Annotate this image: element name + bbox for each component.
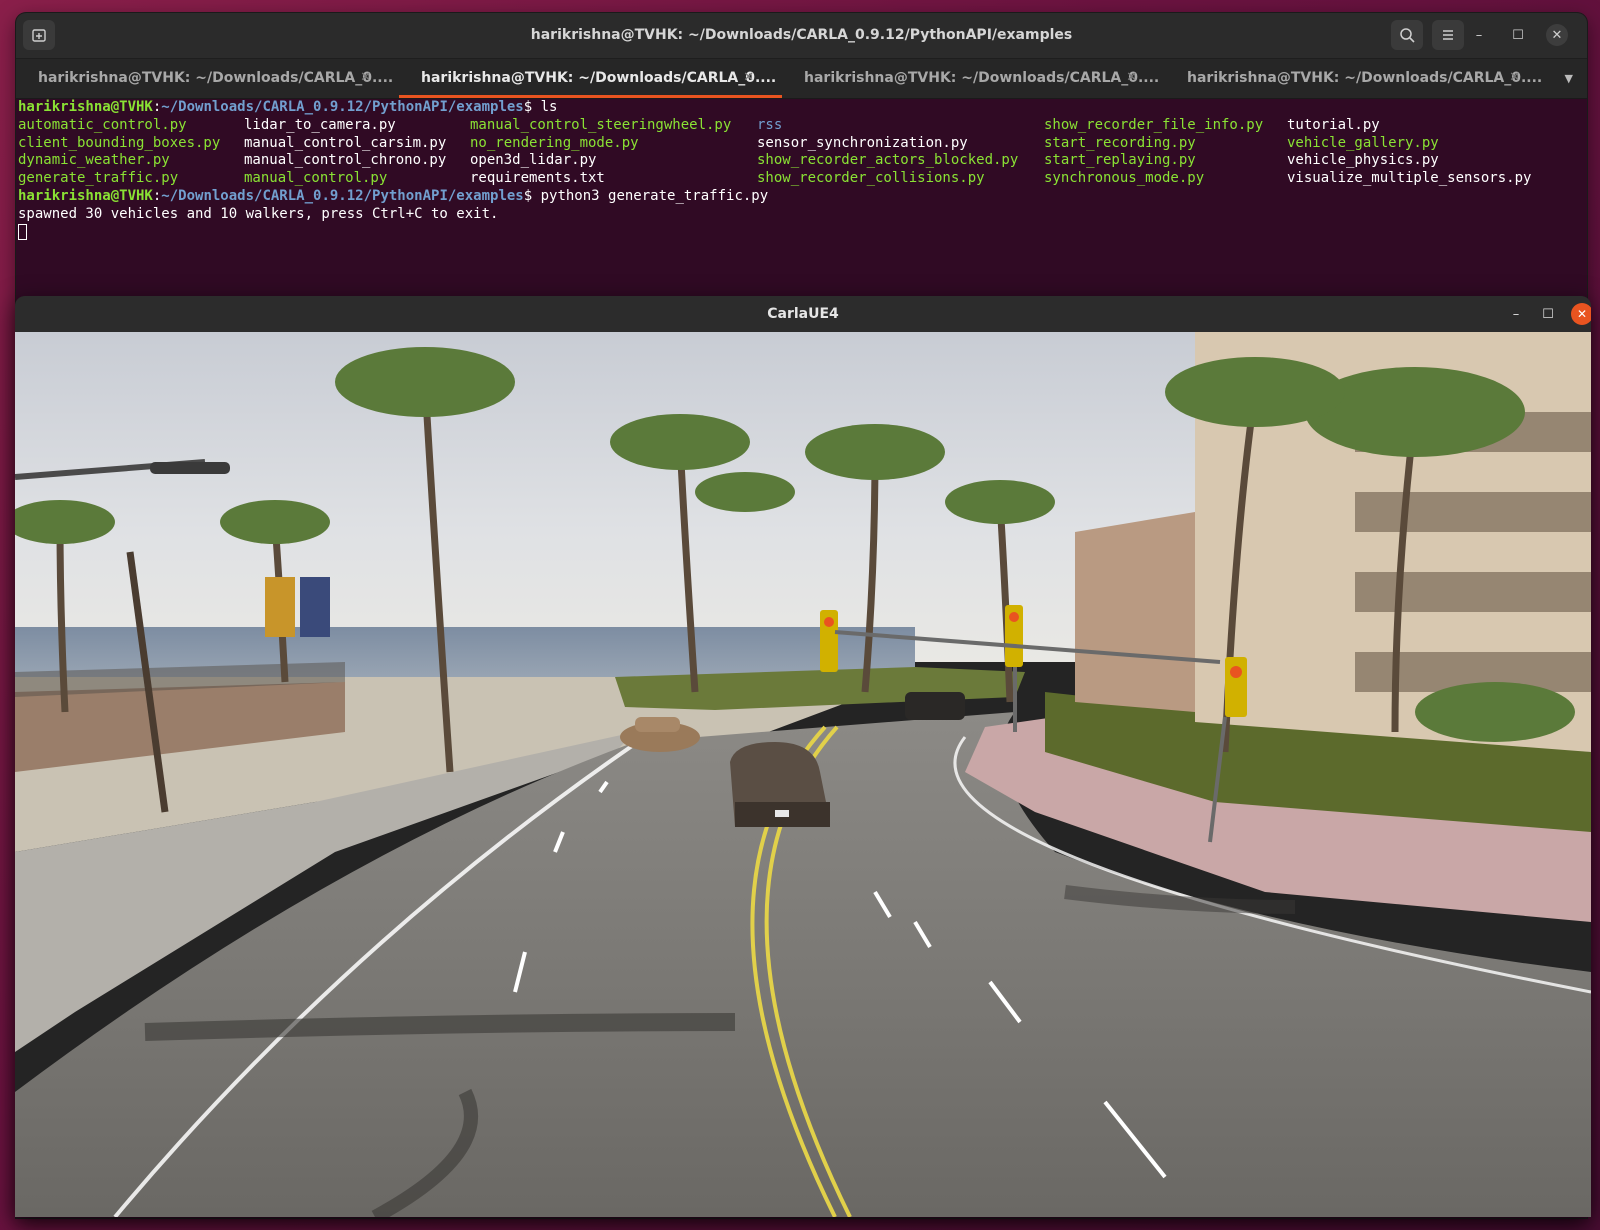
terminal-headerbar: harikrishna@TVHK: ~/Downloads/CARLA_0.9.… xyxy=(16,13,1587,59)
command-text: python3 generate_traffic.py xyxy=(540,187,769,204)
file-entry: show_recorder_file_info.py xyxy=(1044,116,1264,133)
file-entry: manual_control_chrono.py xyxy=(244,152,447,169)
vehicle-far xyxy=(905,692,965,720)
file-entry: start_replaying.py xyxy=(1044,152,1196,169)
menu-button[interactable] xyxy=(1432,20,1464,50)
tab-label: harikrishna@TVHK: ~/Downloads/CARLA_0...… xyxy=(1187,70,1543,86)
terminal-tab-1[interactable]: harikrishna@TVHK: ~/Downloads/CARLA_0...… xyxy=(16,59,399,98)
banner xyxy=(265,577,295,637)
tab-list-dropdown-icon[interactable]: ▼ xyxy=(1565,59,1573,98)
file-entry: visualize_multiple_sensors.py xyxy=(1287,170,1532,187)
tab-label: harikrishna@TVHK: ~/Downloads/CARLA_0...… xyxy=(421,70,777,86)
file-entry: vehicle_physics.py xyxy=(1287,152,1439,169)
prompt-line: harikrishna@TVHK:~/Downloads/CARLA_0.9.1… xyxy=(18,99,558,115)
file-entry: tutorial.py xyxy=(1287,116,1380,133)
maximize-button[interactable]: ☐ xyxy=(1507,24,1529,46)
file-entry: automatic_control.py xyxy=(18,116,187,133)
file-entry: show_recorder_collisions.py xyxy=(757,170,985,187)
terminal-tab-3[interactable]: harikrishna@TVHK: ~/Downloads/CARLA_0...… xyxy=(782,59,1165,98)
far-building xyxy=(1075,512,1195,712)
banner xyxy=(300,577,330,637)
file-entry: generate_traffic.py xyxy=(18,170,179,187)
terminal-tab-bar: harikrishna@TVHK: ~/Downloads/CARLA_0...… xyxy=(16,59,1587,99)
file-entry: manual_control_steeringwheel.py xyxy=(470,116,732,133)
carla-headerbar: CarlaUE4 – ☐ ✕ xyxy=(15,296,1591,332)
file-entry: manual_control_carsim.py xyxy=(244,134,447,151)
terminal-console[interactable]: harikrishna@TVHK:~/Downloads/CARLA_0.9.1… xyxy=(16,99,1587,299)
simulation-viewport[interactable] xyxy=(15,332,1591,1217)
ls-output-row: automatic_control.py lidar_to_camera.py ma… xyxy=(18,117,1587,135)
hamburger-menu-icon xyxy=(1443,30,1453,40)
scene-render xyxy=(15,332,1591,1217)
file-entry: show_recorder_actors_blocked.py xyxy=(757,152,1019,169)
carla-close-button[interactable]: ✕ xyxy=(1571,303,1591,325)
prompt-path: ~/Downloads/CARLA_0.9.12/PythonAPI/examp… xyxy=(161,99,524,115)
search-icon xyxy=(1400,28,1415,43)
prompt-user: harikrishna@TVHK xyxy=(18,99,153,115)
close-icon: ✕ xyxy=(1551,27,1563,43)
prompt-path: ~/Downloads/CARLA_0.9.12/PythonAPI/examp… xyxy=(161,187,524,204)
minimize-icon: – xyxy=(1512,306,1520,322)
file-entry: manual_control.py xyxy=(244,170,388,187)
tab-close-icon[interactable]: ✕ xyxy=(743,59,754,97)
maximize-icon: ☐ xyxy=(1542,306,1554,322)
carla-window: CarlaUE4 – ☐ ✕ xyxy=(15,296,1591,1217)
file-entry: lidar_to_camera.py xyxy=(244,116,396,133)
cursor-line xyxy=(18,223,1587,242)
tab-close-icon[interactable]: ✕ xyxy=(360,59,371,97)
output-line: spawned 30 vehicles and 10 walkers, pres… xyxy=(18,205,499,222)
tab-close-icon[interactable]: ✕ xyxy=(1126,59,1137,97)
command-text: ls xyxy=(540,99,558,115)
file-entry: start_recording.py xyxy=(1044,134,1196,151)
file-entry: requirements.txt xyxy=(470,170,605,187)
close-button[interactable]: ✕ xyxy=(1546,24,1568,46)
prompt-user: harikrishna@TVHK xyxy=(18,187,153,204)
file-entry: vehicle_gallery.py xyxy=(1287,134,1439,151)
ls-output-row: dynamic_weather.py manual_control_chrono.… xyxy=(18,152,1587,170)
maximize-icon: ☐ xyxy=(1512,27,1524,43)
file-entry: dynamic_weather.py xyxy=(18,152,170,169)
file-entry: no_rendering_mode.py xyxy=(470,134,639,151)
close-icon: ✕ xyxy=(1576,307,1588,321)
tab-label: harikrishna@TVHK: ~/Downloads/CARLA_0...… xyxy=(38,70,394,86)
file-entry: open3d_lidar.py xyxy=(470,152,597,169)
shadow xyxy=(144,1013,736,1041)
minimize-icon: – xyxy=(1475,27,1483,43)
terminal-tab-2[interactable]: harikrishna@TVHK: ~/Downloads/CARLA_0...… xyxy=(399,59,782,98)
ls-output-row: generate_traffic.py manual_control.py requ… xyxy=(18,170,1587,188)
search-button[interactable] xyxy=(1391,20,1423,50)
terminal-title: harikrishna@TVHK: ~/Downloads/CARLA_0.9.… xyxy=(530,27,1073,43)
terminal-tab-4[interactable]: harikrishna@TVHK: ~/Downloads/CARLA_0...… xyxy=(1165,59,1548,98)
carla-minimize-button[interactable]: – xyxy=(1505,303,1527,325)
file-entry: client_bounding_boxes.py xyxy=(18,134,221,151)
minimize-button[interactable]: – xyxy=(1468,24,1490,46)
file-entry: synchronous_mode.py xyxy=(1044,170,1205,187)
text-cursor xyxy=(18,223,27,240)
tab-label: harikrishna@TVHK: ~/Downloads/CARLA_0...… xyxy=(804,70,1160,86)
carla-maximize-button[interactable]: ☐ xyxy=(1537,303,1559,325)
directory-entry: rss xyxy=(757,116,783,133)
carla-title: CarlaUE4 xyxy=(767,306,839,322)
prompt-line: harikrishna@TVHK:~/Downloads/CARLA_0.9.1… xyxy=(18,187,769,204)
file-entry: sensor_synchronization.py xyxy=(757,134,968,151)
tab-close-icon[interactable]: ✕ xyxy=(1509,59,1520,97)
ls-output-row: client_bounding_boxes.py manual_control_c… xyxy=(18,135,1587,153)
